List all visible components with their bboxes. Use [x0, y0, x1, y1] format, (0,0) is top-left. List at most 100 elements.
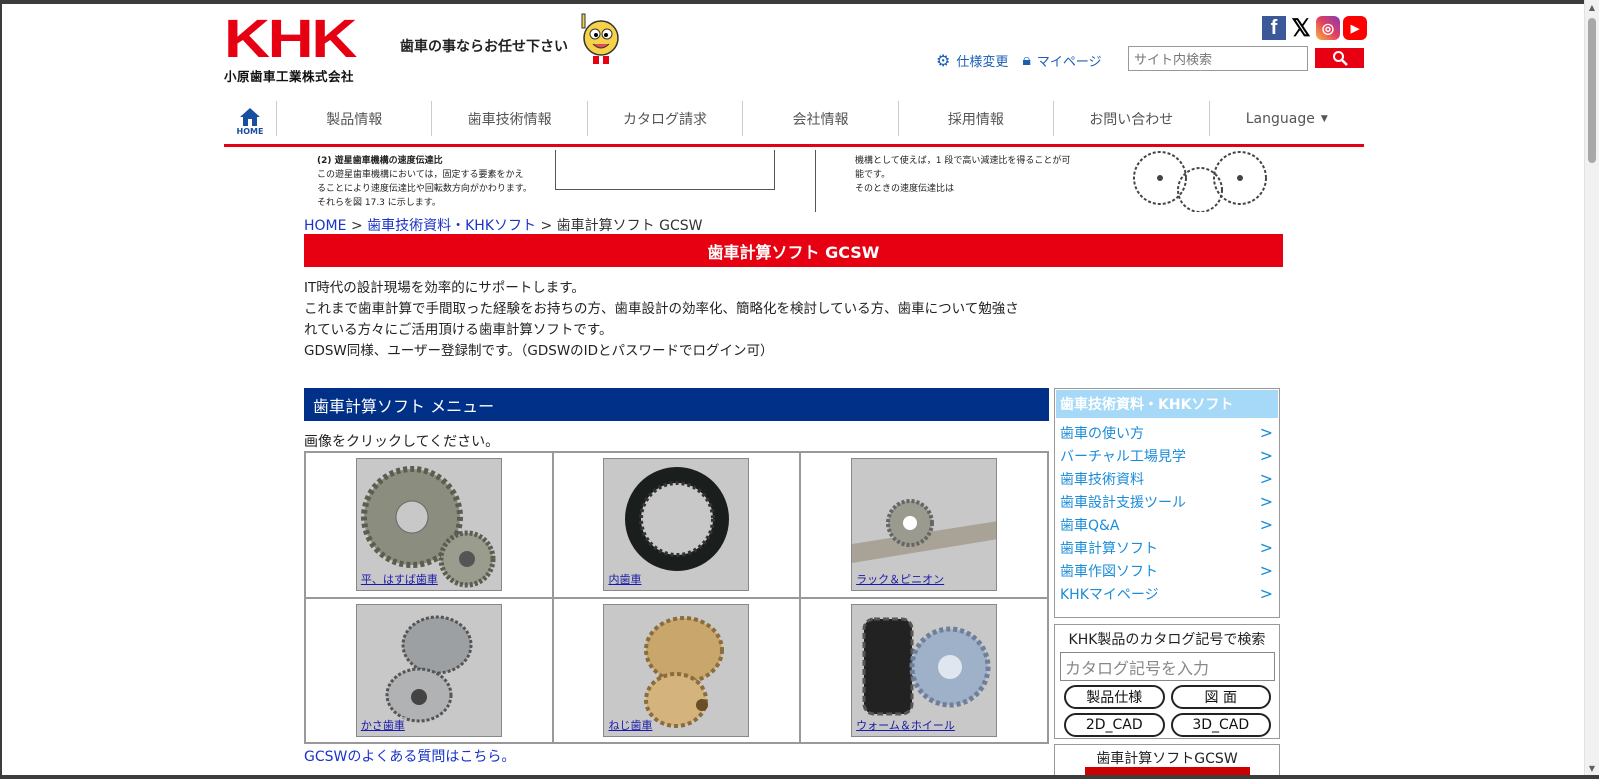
khk-logo[interactable]: KHK 小原歯車工業株式会社	[224, 12, 374, 84]
nav-recruit[interactable]: 採用情報	[897, 101, 1053, 136]
logo-mark: KHK	[224, 9, 357, 69]
sidebar-item-calc-software[interactable]: 歯車計算ソフト >	[1055, 536, 1279, 559]
main-nav: HOME 製品情報 歯車技術情報 カタログ請求 会社情報 採用情報 お問い合わせ…	[224, 99, 1364, 147]
gear-cell: 平、はすば歯車	[305, 452, 553, 598]
banner-text-left: (2) 遊星歯車機構の速度伝達比 この遊星歯車機構においては，固定する要素をかえ…	[317, 154, 532, 210]
scroll-thumb[interactable]	[1588, 18, 1596, 163]
caret-down-icon: ▼	[1320, 113, 1328, 124]
sidebar-item-label: 歯車作図ソフト	[1060, 563, 1158, 580]
nav-catalog-request[interactable]: カタログ請求	[586, 101, 742, 136]
gear-tile-label[interactable]: ウォーム＆ホイール	[856, 716, 955, 733]
search-icon	[1332, 51, 1348, 66]
gear-tile-label[interactable]: ラック＆ピニオン	[856, 571, 945, 588]
x-icon[interactable]: 𝕏	[1289, 15, 1313, 42]
facebook-icon[interactable]: f	[1262, 16, 1286, 40]
gear-tile-label[interactable]: 平、はすば歯車	[360, 571, 438, 588]
breadcrumb-section[interactable]: 歯車技術資料・KHKソフト	[367, 218, 536, 234]
gear-mascot-icon	[578, 12, 624, 66]
nav-home[interactable]: HOME	[224, 99, 276, 144]
bevel-gear-tile[interactable]: かさ歯車	[355, 603, 502, 737]
scroll-down-icon[interactable]: ▼	[1588, 765, 1596, 773]
gear-cell: ウォーム＆ホイール	[800, 597, 1048, 743]
nav-language[interactable]: Language ▼	[1208, 101, 1364, 136]
gear-cell: 内歯車	[552, 452, 801, 598]
gcsw-faq-link[interactable]: GCSWのよくある質問はこちら。	[304, 746, 515, 766]
site-search-input[interactable]: サイト内検索	[1128, 46, 1308, 71]
catalog-code-input[interactable]: カタログ記号を入力	[1060, 652, 1275, 681]
banner-text-right: 機構として使えば，1 段で高い減速比を得ることが可 能です。 そのときの速度伝達…	[855, 154, 1070, 196]
planetary-gear-drawing-icon	[1133, 151, 1267, 212]
menu-heading: 歯車計算ソフト メニュー	[304, 388, 1049, 421]
youtube-icon[interactable]: ▶	[1343, 16, 1367, 40]
product-spec-button[interactable]: 製品仕様	[1064, 685, 1165, 709]
mypage-label: マイページ	[1036, 54, 1102, 70]
gear-cell: ラック＆ピニオン	[800, 452, 1048, 598]
nav-products[interactable]: 製品情報	[276, 101, 431, 136]
rack-pinion-tile[interactable]: ラック＆ピニオン	[851, 458, 998, 592]
chevron-right-icon: >	[1259, 515, 1273, 534]
sidebar-item-qa[interactable]: 歯車Q&A >	[1055, 513, 1279, 536]
drawing-button[interactable]: 図 面	[1170, 685, 1271, 709]
breadcrumb-separator: >	[350, 218, 363, 234]
intro-line: IT時代の設計現場を効率的にサポートします。	[304, 280, 585, 296]
sidebar-item-tech-data[interactable]: 歯車技術資料 >	[1055, 467, 1279, 490]
nav-contact[interactable]: お問い合わせ	[1053, 101, 1208, 136]
catalog-search-title: KHK製品のカタログ記号で検索	[1068, 632, 1266, 648]
sidebar-item-mypage[interactable]: KHKマイページ >	[1055, 582, 1279, 605]
intro-text: IT時代の設計現場を効率的にサポートします。 これまで歯車計算で手間取った経験を…	[304, 278, 1054, 362]
spur-helical-gear-tile[interactable]: 平、はすば歯車	[355, 458, 502, 592]
intro-line: これまで歯車計算で手間取った経験をお持ちの方、歯車設計の効率化、簡略化を検討して…	[304, 301, 1019, 317]
chevron-right-icon: >	[1259, 469, 1273, 488]
spec-change-label: 仕様変更	[956, 54, 1009, 70]
mypage-link[interactable]: 🔒︎ マイページ	[1022, 50, 1101, 70]
sidebar-item-label: 歯車計算ソフト	[1060, 540, 1158, 557]
banner-line: それらを図 17.3 に示します。	[317, 198, 441, 208]
instagram-icon[interactable]: ◎	[1316, 16, 1340, 40]
spec-change-link[interactable]: ⚙ 仕様変更	[936, 51, 1008, 70]
gear-icon: ⚙	[936, 50, 951, 70]
sidebar-item-virtual-tour[interactable]: バーチャル工場見学 >	[1055, 444, 1279, 467]
cad-3d-button[interactable]: 3D_CAD	[1170, 713, 1271, 737]
nav-company[interactable]: 会社情報	[742, 101, 897, 136]
sidebar-item-label: 歯車の使い方	[1060, 425, 1144, 442]
nav-home-label: HOME	[236, 127, 264, 136]
breadcrumb: HOME > 歯車技術資料・KHKソフト > 歯車計算ソフト GCSW	[304, 215, 702, 235]
gcsw-promo-box[interactable]: 歯車計算ソフトGCSW	[1054, 744, 1280, 779]
internal-gear-tile[interactable]: 内歯車	[603, 458, 750, 592]
window-frame-bottom	[0, 775, 1599, 779]
cad-2d-button[interactable]: 2D_CAD	[1064, 713, 1165, 737]
gear-cell: ねじ歯車	[552, 597, 801, 743]
site-search-button[interactable]	[1315, 48, 1364, 68]
gear-tile-label[interactable]: かさ歯車	[360, 716, 405, 733]
banner-line: (2) 遊星歯車機構の速度伝達比	[317, 156, 443, 166]
chevron-right-icon: >	[1259, 492, 1273, 511]
lock-icon: 🔒︎	[1022, 50, 1031, 69]
page-title: 歯車計算ソフト GCSW	[304, 234, 1283, 267]
chevron-right-icon: >	[1259, 584, 1273, 603]
gear-type-grid: 平、はすば歯車 内歯車 ラック＆ピニオン かさ歯車 ねじ歯車 ウォーム＆ホイール	[304, 451, 1049, 744]
chevron-right-icon: >	[1259, 423, 1273, 442]
sidebar-heading: 歯車技術資料・KHKソフト	[1056, 390, 1278, 418]
window-frame-left	[0, 0, 2, 779]
worm-wheel-tile[interactable]: ウォーム＆ホイール	[851, 603, 998, 737]
sidebar-tech-menu: 歯車技術資料・KHKソフト 歯車の使い方 > バーチャル工場見学 > 歯車技術資料 >…	[1054, 388, 1280, 618]
screw-gear-tile[interactable]: ねじ歯車	[603, 603, 750, 737]
sidebar-item-label: 歯車Q&A	[1060, 517, 1120, 534]
catalog-search-box: KHK製品のカタログ記号で検索 カタログ記号を入力 製品仕様 図 面 2D_CA…	[1054, 624, 1280, 739]
banner-line: そのときの速度伝達比は	[855, 184, 955, 194]
page-scrollbar[interactable]: ▲ ▼	[1584, 0, 1599, 779]
window-frame-top	[0, 0, 1599, 4]
scroll-up-icon[interactable]: ▲	[1588, 4, 1596, 12]
gear-tile-label[interactable]: ねじ歯車	[608, 716, 653, 733]
nav-gear-tech[interactable]: 歯車技術情報	[431, 101, 586, 136]
sidebar-item-gear-usage[interactable]: 歯車の使い方 >	[1055, 421, 1279, 444]
sidebar-item-drawing-software[interactable]: 歯車作図ソフト >	[1055, 559, 1279, 582]
gear-tile-label[interactable]: 内歯車	[608, 571, 642, 588]
chevron-right-icon: >	[1259, 561, 1273, 580]
utility-nav: ⚙ 仕様変更 🔒︎ マイページ	[936, 50, 1102, 70]
chevron-right-icon: >	[1259, 446, 1273, 465]
banner-divider	[815, 150, 816, 212]
breadcrumb-home[interactable]: HOME	[304, 218, 346, 234]
chevron-right-icon: >	[1259, 538, 1273, 557]
sidebar-item-design-tools[interactable]: 歯車設計支援ツール >	[1055, 490, 1279, 513]
